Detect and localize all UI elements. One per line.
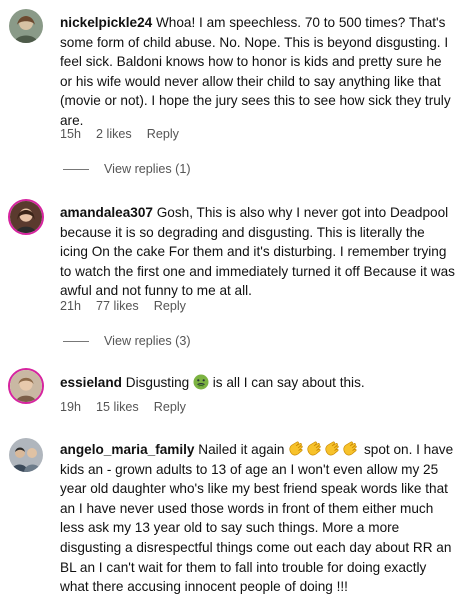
reply-button[interactable]: Reply [147, 127, 179, 141]
view-replies-button[interactable]: View replies (3) [63, 334, 191, 348]
comment-body: angelo_maria_family Nailed it again spot… [60, 440, 456, 597]
comment-meta: 19h 15 likes Reply [60, 400, 186, 414]
comment-text: Disgusting [121, 375, 193, 390]
comment-likes[interactable]: 15 likes [96, 400, 139, 414]
comment-username[interactable]: nickelpickle24 [60, 15, 152, 30]
avatar-image-icon [10, 201, 42, 233]
comment-username[interactable]: angelo_maria_family [60, 442, 195, 457]
comment-time: 19h [60, 400, 82, 414]
avatar[interactable] [9, 438, 43, 472]
comment-username[interactable]: essieland [60, 375, 122, 390]
clapping-hands-icon [307, 441, 321, 456]
comment-body: essieland Disgusting is all I can say ab… [60, 373, 456, 393]
view-replies-line [63, 340, 89, 342]
comment-text-after: spot on. I have kids an - grown adults t… [60, 442, 454, 595]
comment-time: 15h [60, 127, 82, 141]
reply-button[interactable]: Reply [154, 299, 186, 313]
clapping-hands-icon [325, 441, 339, 456]
comment-likes[interactable]: 2 likes [96, 127, 132, 141]
nauseated-face-icon [193, 374, 209, 390]
clapping-hands-icon [343, 441, 357, 456]
comment-text-after: is all I can say about this. [209, 375, 365, 390]
comment-meta: 21h 77 likes Reply [60, 299, 186, 313]
comment-username[interactable]: amandalea307 [60, 205, 153, 220]
view-replies-label: View replies (3) [104, 334, 191, 348]
view-replies-label: View replies (1) [104, 162, 191, 176]
comment-text: Nailed it again [194, 442, 289, 457]
comment-text: Whoa! I am speechless. 70 to 500 times? … [60, 15, 451, 128]
comment-likes[interactable]: 77 likes [96, 299, 139, 313]
avatar[interactable] [9, 9, 43, 43]
comment-meta: 15h 2 likes Reply [60, 127, 179, 141]
avatar[interactable] [8, 199, 44, 235]
view-replies-line [63, 168, 89, 170]
comment-body: nickelpickle24 Whoa! I am speechless. 70… [60, 13, 456, 131]
reply-button[interactable]: Reply [154, 400, 186, 414]
avatar-image-icon [9, 9, 43, 43]
avatar-image-icon [10, 370, 42, 402]
clapping-hands-icon [289, 441, 303, 456]
view-replies-button[interactable]: View replies (1) [63, 162, 191, 176]
comment-body: amandalea307 Gosh, This is also why I ne… [60, 203, 456, 301]
comment-time: 21h [60, 299, 82, 313]
avatar[interactable] [8, 368, 44, 404]
avatar-image-icon [9, 438, 43, 472]
